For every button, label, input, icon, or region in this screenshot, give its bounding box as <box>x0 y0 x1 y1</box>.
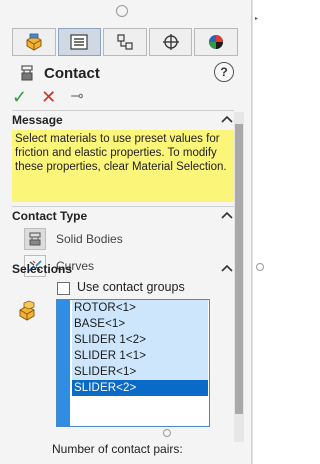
selection-list-items: ROTOR<1> BASE<1> SLIDER 1<2> SLIDER 1<1>… <box>72 300 208 396</box>
contact-icon <box>21 65 33 81</box>
list-item[interactable]: SLIDER<1> <box>72 364 208 380</box>
tab-display-manager[interactable] <box>194 28 238 56</box>
pushpin-icon[interactable]: ⊸ <box>70 88 83 106</box>
message-text: Select materials to use preset values fo… <box>12 130 234 202</box>
selection-list[interactable]: ROTOR<1> BASE<1> SLIDER 1<2> SLIDER 1<1>… <box>56 299 210 427</box>
solid-bodies-label: Solid Bodies <box>56 232 123 246</box>
list-item[interactable]: SLIDER 1<1> <box>72 348 208 364</box>
list-resize-grip[interactable] <box>163 429 171 437</box>
page-title: Contact <box>44 64 100 82</box>
tab-dimxpert[interactable] <box>148 28 193 56</box>
display-manager-icon <box>209 35 224 49</box>
configuration-manager-icon <box>117 34 133 50</box>
action-buttons: ✓ ✕ ⊸ <box>12 86 84 108</box>
message-section-header[interactable]: Message <box>12 111 234 129</box>
contact-type-section-title: Contact Type <box>12 209 88 223</box>
list-item[interactable]: SLIDER 1<2> <box>72 332 208 348</box>
list-active-stripe <box>57 300 70 426</box>
feature-manager-icon <box>26 33 42 51</box>
contact-type-section-header[interactable]: Contact Type <box>12 207 234 225</box>
tab-feature-manager[interactable] <box>12 28 56 56</box>
property-manager-panel: Contact ? ✓ ✕ ⊸ Message Select materials… <box>0 0 252 464</box>
contact-type-solid-bodies[interactable]: Solid Bodies <box>24 228 123 250</box>
tab-property-manager[interactable] <box>57 28 102 56</box>
contact-pairs-label: Number of contact pairs: <box>52 442 183 456</box>
selections-section-header[interactable]: Selections <box>12 260 234 278</box>
scrollbar-thumb[interactable] <box>235 124 243 414</box>
panel-resize-grip[interactable] <box>116 5 128 17</box>
help-icon[interactable]: ? <box>214 62 234 82</box>
list-item-selected[interactable]: SLIDER<2> <box>72 380 208 396</box>
graphics-area-edge: ▸ <box>252 0 267 464</box>
panel-header: Contact ? <box>12 62 242 84</box>
splitter-handle[interactable] <box>256 263 264 271</box>
expand-arrow-icon[interactable]: ▸ <box>255 15 258 22</box>
cancel-icon[interactable]: ✕ <box>41 88 56 106</box>
use-contact-groups-checkbox[interactable] <box>57 282 70 295</box>
list-item[interactable]: BASE<1> <box>72 316 208 332</box>
property-manager-icon <box>70 34 88 50</box>
components-selection-icon <box>19 300 35 321</box>
message-section-title: Message <box>12 113 63 127</box>
manager-tabs <box>12 28 238 56</box>
tab-configuration-manager[interactable] <box>103 28 147 56</box>
solid-bodies-icon <box>24 228 46 250</box>
use-contact-groups-label: Use contact groups <box>77 280 185 294</box>
list-item[interactable]: ROTOR<1> <box>72 300 208 316</box>
dimxpert-icon <box>162 34 179 50</box>
selections-section-title: Selections <box>12 262 73 276</box>
ok-icon[interactable]: ✓ <box>12 88 27 106</box>
